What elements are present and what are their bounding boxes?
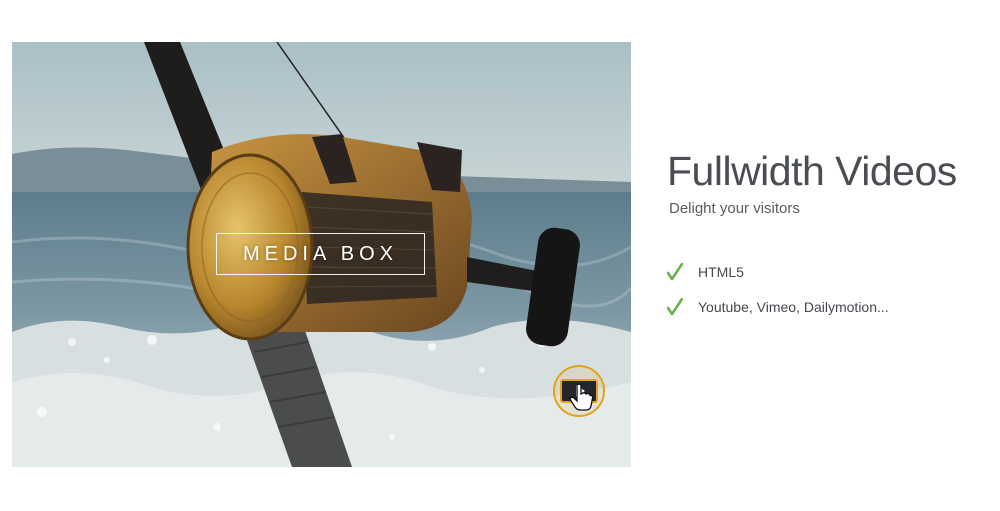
feature-item-html5: HTML5 [667,254,889,289]
hand-pointer-icon [569,383,593,411]
page-subtitle: Delight your visitors [669,200,800,217]
feature-item-providers: Youtube, Vimeo, Dailymotion... [667,289,889,324]
feature-list: HTML5 Youtube, Vimeo, Dailymotion... [667,254,889,324]
feature-label: HTML5 [698,263,744,280]
feature-label: Youtube, Vimeo, Dailymotion... [698,298,889,315]
page: MEDIA BOX Fullwidth Videos Delight your … [0,0,1000,511]
content-panel: Fullwidth Videos Delight your visitors H… [667,0,987,511]
video-player[interactable]: MEDIA BOX [12,42,631,467]
check-icon [667,262,683,280]
check-icon [667,297,683,315]
page-title: Fullwidth Videos [667,148,957,194]
media-box-label: MEDIA BOX [216,233,425,275]
